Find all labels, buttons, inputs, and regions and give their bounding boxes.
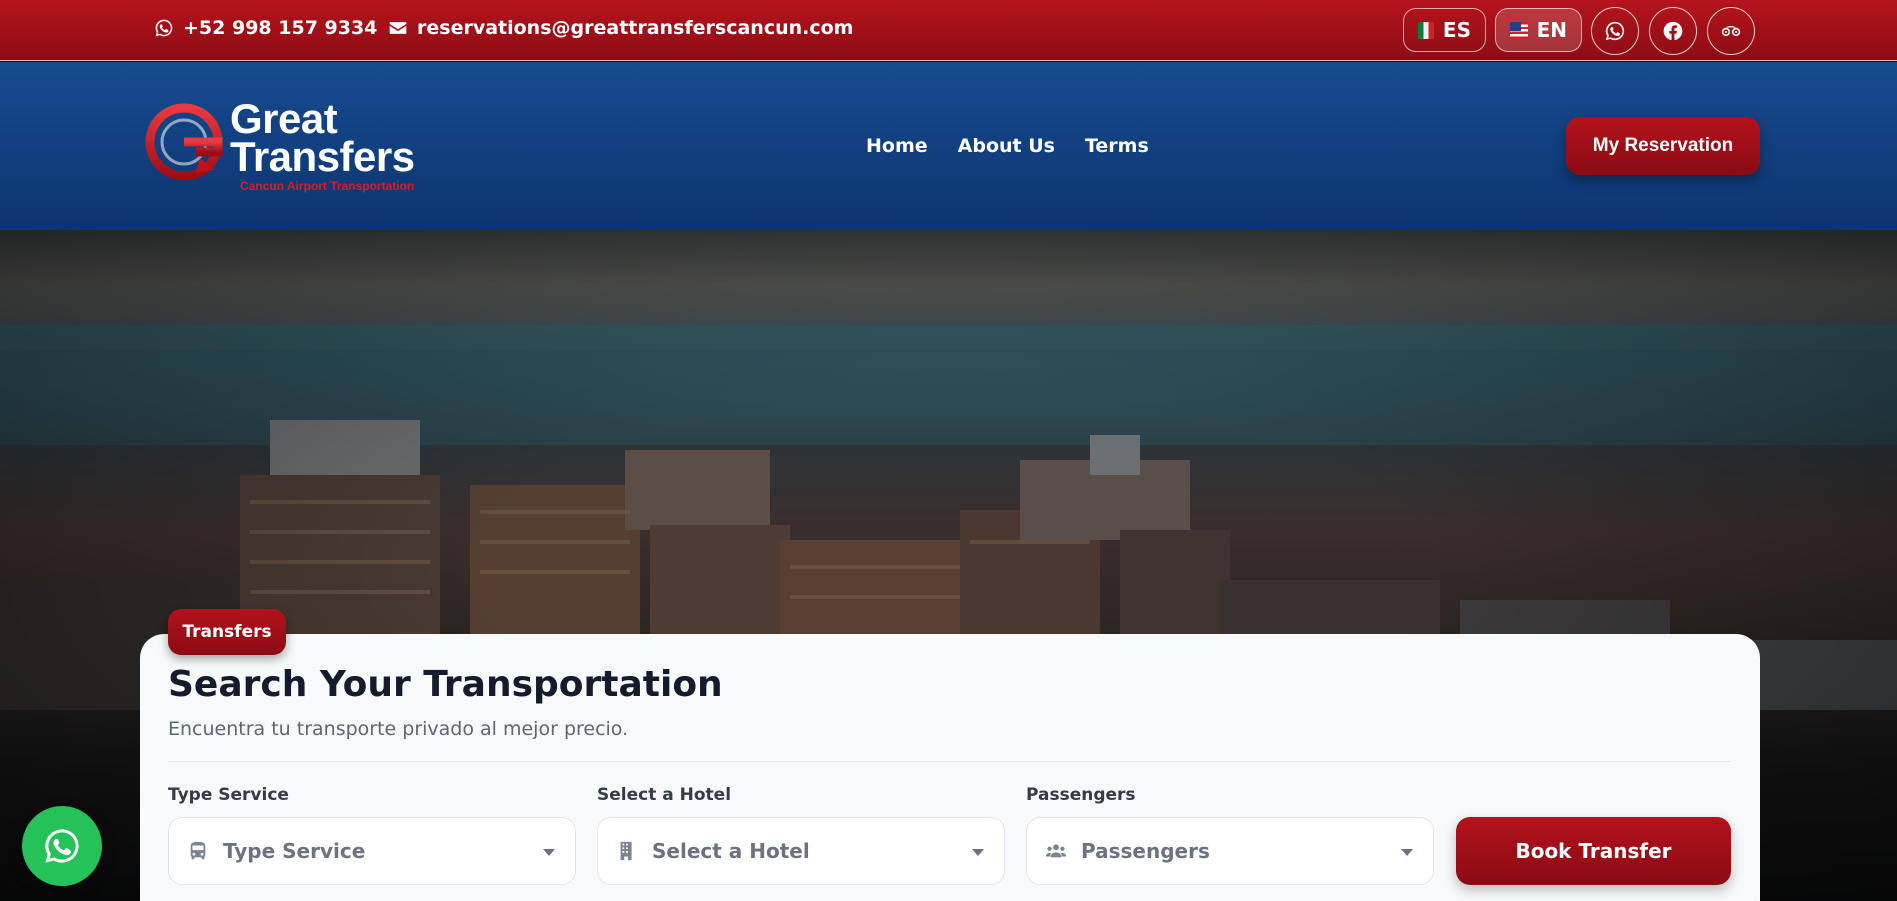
mexico-flag-icon xyxy=(1418,21,1434,39)
top-bar: +52 998 157 9334 reservations@greattrans… xyxy=(0,0,1897,61)
select-hotel-select[interactable]: Select a Hotel xyxy=(597,817,1005,885)
facebook-social-button[interactable] xyxy=(1649,7,1697,55)
passengers-placeholder: Passengers xyxy=(1081,839,1210,863)
language-code: ES xyxy=(1442,18,1471,42)
language-en-button[interactable]: EN xyxy=(1495,8,1582,52)
chevron-down-icon xyxy=(543,849,555,856)
search-title: Search Your Transportation xyxy=(168,664,723,705)
bus-icon xyxy=(190,841,206,860)
book-transfer-button[interactable]: Book Transfer xyxy=(1456,817,1731,885)
brand-tagline: Cancun Airport Transportation xyxy=(240,179,415,193)
chevron-down-icon xyxy=(1401,849,1413,856)
main-header: Great Transfers Cancun Airport Transport… xyxy=(0,62,1897,230)
passengers-select[interactable]: Passengers xyxy=(1026,817,1434,885)
transfers-badge: Transfers xyxy=(168,609,286,655)
passengers-label: Passengers xyxy=(1026,785,1136,805)
search-subtitle: Encuentra tu transporte privado al mejor… xyxy=(168,718,629,740)
brand-logo[interactable]: Great Transfers Cancun Airport Transport… xyxy=(144,98,449,200)
whatsapp-social-button[interactable] xyxy=(1591,7,1639,55)
phone-number: +52 998 157 9334 xyxy=(183,17,378,39)
whatsapp-icon xyxy=(45,829,79,863)
tripadvisor-social-button[interactable] xyxy=(1707,7,1755,55)
my-reservation-button[interactable]: My Reservation xyxy=(1566,117,1760,175)
building-icon xyxy=(620,841,632,861)
usa-flag-icon xyxy=(1510,21,1528,39)
nav-home[interactable]: Home xyxy=(866,135,928,157)
brand-line-2: Transfers xyxy=(230,133,415,180)
users-icon xyxy=(1045,844,1067,858)
facebook-icon xyxy=(1663,21,1683,41)
whatsapp-floating-button[interactable] xyxy=(22,806,102,886)
select-hotel-label: Select a Hotel xyxy=(597,785,732,805)
type-service-select[interactable]: Type Service xyxy=(168,817,576,885)
whatsapp-icon xyxy=(155,19,173,37)
brand-name: Great Transfers xyxy=(230,98,415,180)
nav-terms[interactable]: Terms xyxy=(1085,135,1149,157)
nav-about-us[interactable]: About Us xyxy=(958,135,1055,157)
card-divider xyxy=(168,761,1731,762)
main-nav: Home About Us Terms xyxy=(866,135,1149,157)
tripadvisor-icon xyxy=(1721,25,1741,37)
email-contact[interactable]: reservations@greattransferscancun.com xyxy=(388,17,853,39)
language-es-button[interactable]: ES xyxy=(1403,8,1486,52)
type-service-placeholder: Type Service xyxy=(223,839,366,863)
select-hotel-placeholder: Select a Hotel xyxy=(652,839,810,863)
envelope-icon xyxy=(389,22,407,34)
chevron-down-icon xyxy=(972,849,984,856)
whatsapp-icon xyxy=(1605,21,1625,41)
phone-contact[interactable]: +52 998 157 9334 xyxy=(154,17,377,39)
email-address: reservations@greattransferscancun.com xyxy=(417,17,854,39)
type-service-label: Type Service xyxy=(168,785,289,805)
great-transfers-logo-icon xyxy=(145,103,223,181)
language-code: EN xyxy=(1536,18,1567,42)
